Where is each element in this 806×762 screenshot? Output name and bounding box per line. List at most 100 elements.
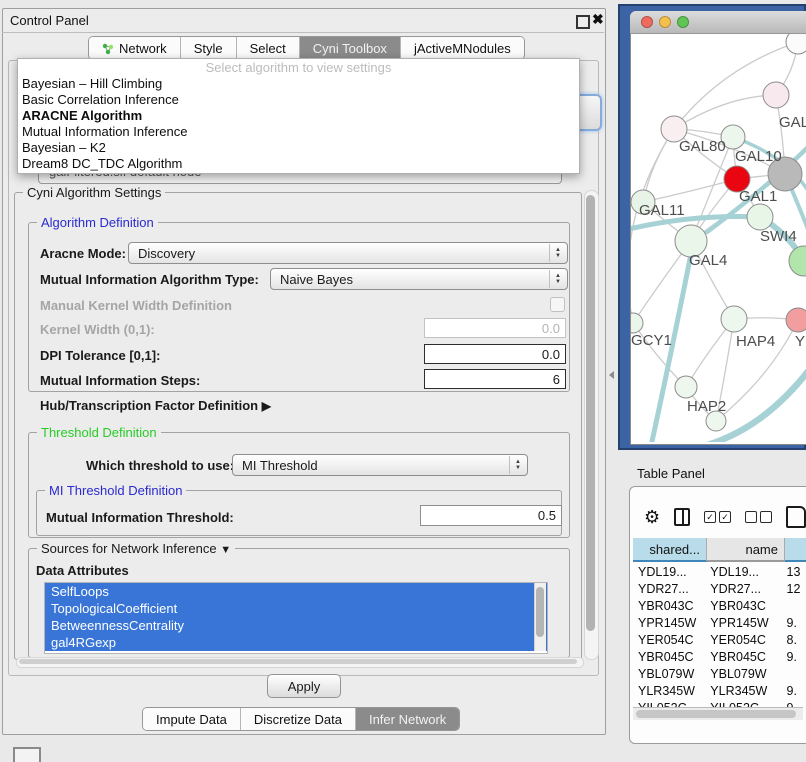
table-cell: 9. (782, 683, 806, 700)
dpi-tolerance-field[interactable]: 0.0 (424, 344, 566, 364)
algorithm-option-bayesian-hill-climbing[interactable]: Bayesian – Hill Climbing (18, 76, 579, 92)
settings-horizontal-scrollbar[interactable] (16, 657, 584, 668)
network-node[interactable] (786, 34, 806, 54)
export-table-icon[interactable] (786, 506, 806, 528)
tab-jactivemnodules[interactable]: jActiveMNodules (400, 37, 524, 59)
network-canvas[interactable]: GALGAL80GAL10GAL1GAL11SWI4GAL4GCY1HAP4YH… (631, 34, 806, 442)
table-row[interactable]: YLR345WYLR345W9. (633, 683, 806, 700)
node-label-gal11: GAL11 (639, 202, 685, 219)
algorithm-option-bayesian-k2[interactable]: Bayesian – K2 (18, 140, 579, 156)
node-label-gal80: GAL80 (679, 138, 726, 155)
mi-threshold-label: Mutual Information Threshold: (46, 510, 234, 525)
cyni-algorithm-settings-title: Cyni Algorithm Settings (23, 185, 165, 200)
manual-kernel-checkbox[interactable] (550, 297, 565, 312)
table-cell: YBR045C (705, 649, 781, 666)
network-node[interactable] (675, 376, 697, 398)
mi-steps-label: Mutual Information Steps: (40, 373, 200, 388)
table-cell: YDL19... (705, 564, 781, 581)
table-row[interactable]: YDR27...YDR27...12 (633, 581, 806, 598)
table-row[interactable]: YDL19...YDL19...13 (633, 564, 806, 581)
mi-steps-field[interactable]: 6 (424, 369, 566, 389)
table-row[interactable]: YER054CYER054C8. (633, 632, 806, 649)
algorithm-placeholder: Select algorithm to view settings (18, 59, 579, 76)
aracne-mode-combo[interactable]: Discovery ▲▼ (128, 242, 568, 264)
column-header-name[interactable]: name (707, 538, 785, 562)
network-node[interactable] (786, 308, 806, 332)
tab-label: Network (119, 41, 167, 56)
select-all-icon[interactable]: ✓✓ (704, 511, 731, 523)
network-node[interactable] (763, 82, 789, 108)
minimize-traffic-light[interactable] (659, 16, 671, 28)
algorithm-dropdown-popup: Select algorithm to view settings Bayesi… (17, 58, 580, 174)
control-panel-title: Control Panel (10, 13, 89, 28)
close-icon[interactable]: ✖ (592, 11, 604, 28)
kernel-width-field[interactable]: 0.0 (424, 318, 566, 338)
tab-cyni-toolbox[interactable]: Cyni Toolbox (299, 37, 400, 59)
table-cell: 12 (782, 581, 806, 598)
network-window-titlebar[interactable] (630, 11, 806, 34)
tab-discretize-data[interactable]: Discretize Data (240, 708, 355, 730)
attribute-item-gal4rgexp[interactable]: gal4RGexp (45, 634, 547, 651)
attribute-item-selfloops[interactable]: SelfLoops (45, 583, 547, 600)
tab-infer-network[interactable]: Infer Network (355, 708, 459, 730)
stepper-icon: ▲▼ (549, 244, 566, 262)
algorithm-option-aracne-algorithm[interactable]: ARACNE Algorithm (18, 108, 579, 124)
column-header-partial[interactable] (785, 538, 806, 562)
close-traffic-light[interactable] (641, 16, 653, 28)
network-node[interactable] (631, 313, 643, 333)
table-row[interactable]: YBR043CYBR043C (633, 598, 806, 615)
float-panel-icon[interactable] (576, 15, 590, 29)
mi-steps-value: 6 (553, 372, 560, 387)
threshold-definition-title: Threshold Definition (37, 425, 161, 440)
table-cell: YBL079W (705, 666, 781, 683)
splitter-collapse-icon[interactable] (609, 371, 614, 379)
attribute-item-betweennesscentrality[interactable]: BetweennessCentrality (45, 617, 547, 634)
node-label-gal10: GAL10 (735, 148, 782, 165)
sources-title-text: Sources for Network Inference (41, 541, 217, 556)
network-node[interactable] (789, 246, 806, 276)
gear-icon[interactable]: ⚙ (644, 507, 660, 528)
mi-type-combo[interactable]: Naive Bayes ▲▼ (270, 268, 568, 290)
settings-vertical-scrollbar[interactable] (584, 190, 599, 660)
attribute-item-topologicalcoefficient[interactable]: TopologicalCoefficient (45, 600, 547, 617)
hub-definition-toggle[interactable]: Hub/Transcription Factor Definition ▶ (40, 398, 271, 413)
column-layout-icon[interactable] (674, 508, 690, 526)
mi-type-label: Mutual Information Algorithm Type: (40, 272, 259, 287)
which-threshold-combo[interactable]: MI Threshold ▲▼ (232, 454, 528, 476)
node-label-hap2: HAP2 (687, 398, 726, 415)
zoom-traffic-light[interactable] (677, 16, 689, 28)
column-header-shared[interactable]: shared... (633, 538, 707, 562)
data-attributes-list[interactable]: SelfLoopsTopologicalCoefficientBetweenne… (44, 582, 548, 654)
table-cell: YDR27... (633, 581, 705, 598)
tab-style[interactable]: Style (180, 37, 236, 59)
table-cell: YBR043C (633, 598, 705, 615)
deselect-all-icon[interactable] (745, 511, 772, 523)
table-row[interactable]: YBL079WYBL079W (633, 666, 806, 683)
node-label-swi4: SWI4 (760, 228, 797, 245)
table-horizontal-scrollbar[interactable] (633, 707, 803, 720)
table-cell (782, 598, 806, 615)
algorithm-option-basic-correlation-inference[interactable]: Basic Correlation Inference (18, 92, 579, 108)
tab-label: jActiveMNodules (414, 41, 511, 56)
tab-label: Infer Network (369, 712, 446, 727)
tab-network[interactable]: Network (89, 37, 180, 59)
table-row[interactable]: YBR045CYBR045C9. (633, 649, 806, 666)
apply-button[interactable]: Apply (267, 674, 341, 698)
attribute-list-scrollbar[interactable] (534, 583, 546, 651)
table-cell: YLR345W (633, 683, 705, 700)
algorithm-option-mutual-information-inference[interactable]: Mutual Information Inference (18, 124, 579, 140)
table-cell: YPR145W (633, 615, 705, 632)
table-cell: YPR145W (705, 615, 781, 632)
collapsed-panel-icon[interactable] (13, 747, 41, 762)
stepper-icon: ▲▼ (549, 270, 566, 288)
sources-title[interactable]: Sources for Network Inference ▼ (37, 541, 235, 556)
tab-select[interactable]: Select (236, 37, 299, 59)
mi-threshold-field[interactable]: 0.5 (420, 505, 562, 526)
network-node[interactable] (721, 306, 747, 332)
algorithm-option-dream8-dc-tdc-algorithm[interactable]: Dream8 DC_TDC Algorithm (18, 156, 579, 172)
cyni-bottom-tabbar: Impute DataDiscretize Data Infer Network (142, 707, 460, 731)
table-row[interactable]: YPR145WYPR145W9. (633, 615, 806, 632)
network-node[interactable] (747, 204, 773, 230)
tab-impute-data[interactable]: Impute Data (143, 708, 240, 730)
node-label-hap4: HAP4 (736, 333, 775, 350)
